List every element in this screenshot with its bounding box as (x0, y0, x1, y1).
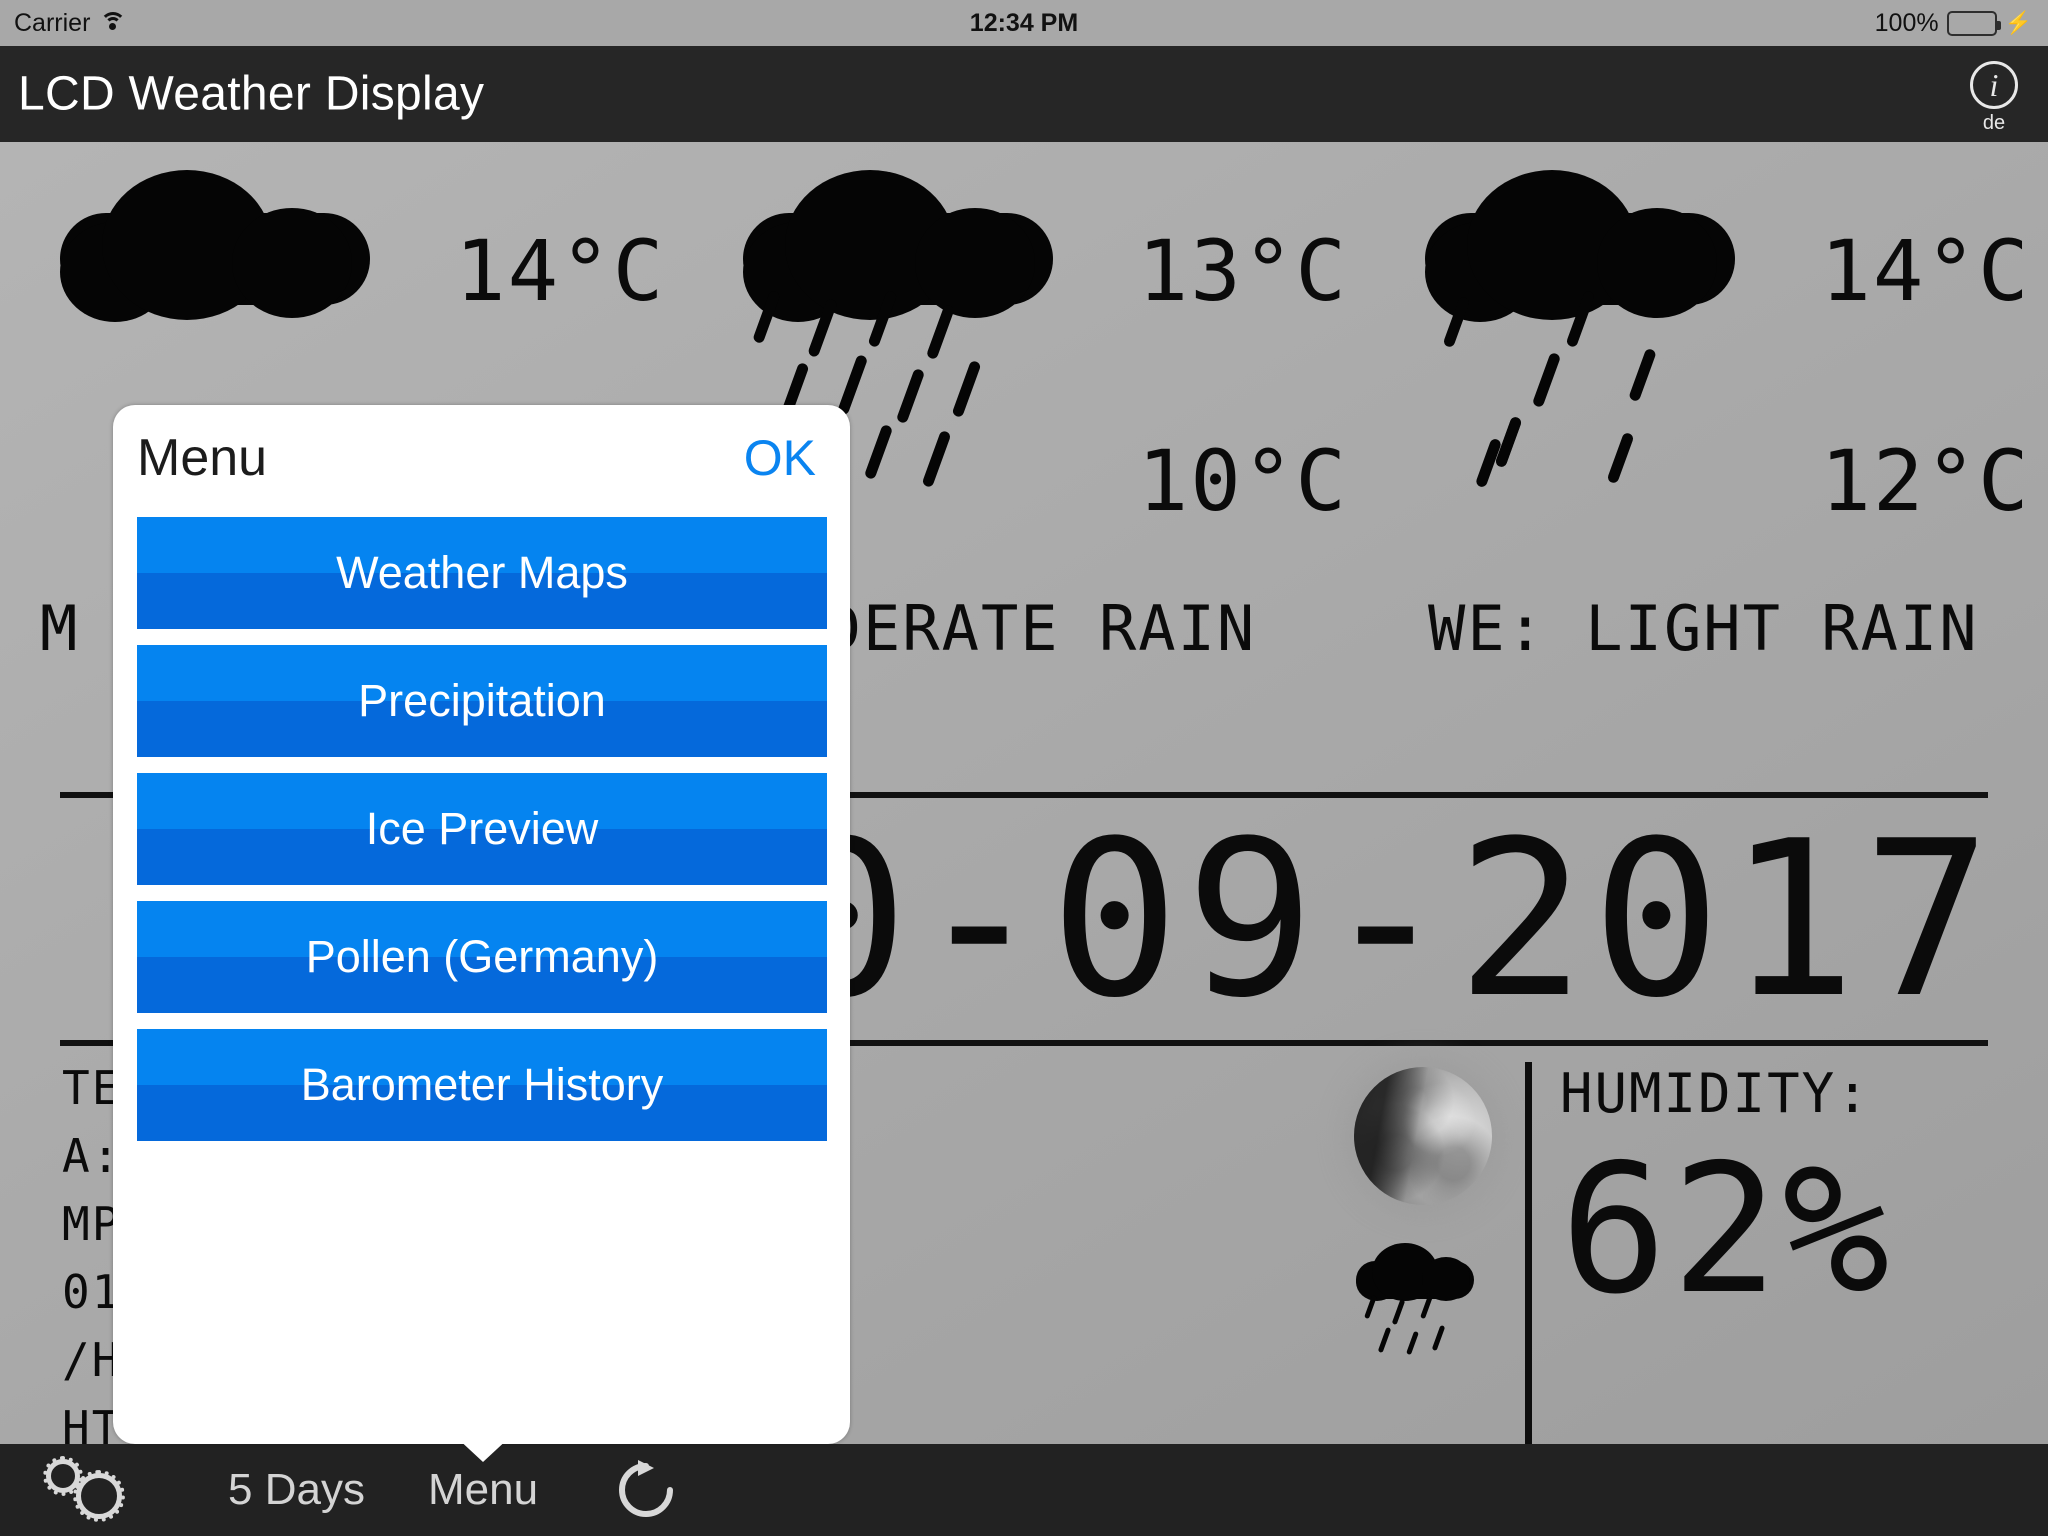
gears-icon[interactable] (43, 1455, 132, 1525)
menu-item-weather-maps[interactable]: Weather Maps (137, 517, 827, 629)
forecast-description-2: WE: LIGHT RAIN (1428, 592, 1979, 665)
menu-popover: Menu OK Weather Maps Precipitation Ice P… (113, 405, 850, 1444)
cloud-rain-icon (1425, 170, 1755, 490)
forecast-description-0: M (40, 592, 80, 665)
page-title: LCD Weather Display (18, 67, 485, 121)
forecast-high-2: 14°C (1820, 222, 2031, 320)
forecast-column-2[interactable]: 14°C 12°C (1365, 142, 2048, 597)
popover-arrow (455, 1436, 511, 1462)
humidity-panel: HUMIDITY: 62% (1560, 1062, 1894, 1319)
ok-button[interactable]: OK (744, 429, 816, 487)
humidity-label: HUMIDITY: (1560, 1062, 1871, 1125)
tab-5-days[interactable]: 5 Days (228, 1465, 365, 1515)
menu-item-ice-preview[interactable]: Ice Preview (137, 773, 827, 885)
lightning-bolt-icon: ⚡ (2004, 10, 2032, 35)
battery-percent-label: 100% (1874, 8, 1939, 37)
menu-item-pollen-germany[interactable]: Pollen (Germany) (137, 901, 827, 1013)
bottom-toolbar: 5 Days Menu (0, 1444, 2048, 1536)
status-bar: Carrier 12:34 PM 100% ⚡ (0, 0, 2048, 46)
menu-item-precipitation[interactable]: Precipitation (137, 645, 827, 757)
info-circle-icon: i (1970, 61, 2018, 109)
language-label: de (1982, 112, 2006, 134)
humidity-value: 62% (1560, 1126, 1894, 1333)
forecast-low-1: 10°C (1137, 432, 1348, 530)
info-button[interactable]: i de (1956, 56, 2032, 140)
popover-menu-list: Weather Maps Precipitation Ice Preview P… (137, 517, 827, 1157)
title-bar: LCD Weather Display i de (0, 46, 2048, 142)
menu-item-barometer-history[interactable]: Barometer History (137, 1029, 827, 1141)
refresh-icon[interactable] (612, 1456, 680, 1524)
moon-condition-column (1340, 1067, 1520, 1356)
forecast-high-0: 14°C (455, 222, 666, 320)
cloud-rain-icon (1356, 1243, 1474, 1356)
popover-title: Menu (137, 429, 268, 487)
popover-header: Menu OK (113, 405, 850, 511)
vertical-divider (1525, 1062, 1532, 1444)
forecast-high-1: 13°C (1137, 222, 1348, 320)
forecast-low-2: 12°C (1820, 432, 2031, 530)
battery-icon (1946, 10, 2001, 36)
status-bar-right: 100% ⚡ (1875, 9, 2032, 38)
status-bar-clock: 12:34 PM (969, 8, 1079, 37)
moon-phase-icon (1354, 1067, 1492, 1205)
tab-menu[interactable]: Menu (428, 1465, 538, 1515)
